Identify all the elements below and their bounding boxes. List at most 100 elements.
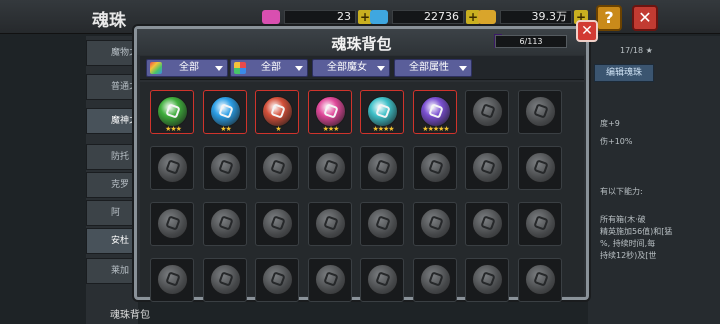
sidebar-bottom-label[interactable]: 魂珠背包 [110, 306, 150, 321]
locked-orb-icon [262, 152, 293, 183]
detail-line-5: 精英施加56值)和[猛 [600, 227, 673, 236]
orb-slot-locked[interactable] [465, 90, 509, 134]
rune-icon [532, 103, 549, 119]
orb-slot-locked[interactable] [255, 202, 299, 246]
edit-orb-button[interactable]: 编辑魂珠 [594, 64, 654, 82]
rune-icon [165, 271, 181, 287]
teal-orb-icon [367, 96, 398, 127]
locked-orb-icon [209, 264, 241, 295]
orb-slot-locked[interactable] [412, 146, 457, 190]
locked-orb-icon [419, 208, 451, 239]
sidebar-tab-4[interactable]: 防托 [86, 144, 136, 170]
orb-slot-locked[interactable] [360, 258, 404, 302]
locked-orb-icon [157, 152, 188, 183]
rune-icon [217, 215, 234, 231]
orb-slot-locked[interactable] [517, 146, 562, 190]
orb-slot-locked[interactable] [202, 202, 247, 246]
orb-slot-blue-orb[interactable]: ★★ [202, 90, 247, 134]
locked-orb-icon [314, 208, 346, 239]
rune-icon [217, 103, 234, 119]
sidebar-tab-8[interactable]: 莱加 [86, 258, 136, 284]
rune-icon [165, 159, 181, 175]
help-button[interactable]: ? [596, 5, 622, 31]
sidebar-tab-5[interactable]: 克罗 [86, 172, 136, 198]
locked-orb-icon [314, 152, 346, 183]
detail-line-1: 度+9 [600, 119, 620, 128]
orb-slot-locked[interactable] [360, 146, 404, 190]
locked-orb-icon [314, 264, 346, 295]
orb-slot-teal-orb[interactable]: ★★★★ [360, 90, 404, 134]
orb-slot-locked[interactable] [202, 146, 247, 190]
star-rating: ★★★★ [372, 125, 394, 133]
resource-gold: 39.3万 + [478, 9, 588, 25]
orb-slot-locked[interactable] [202, 258, 247, 302]
pink-gem-icon [262, 10, 280, 24]
sidebar-tab-3[interactable]: 魔神之 [86, 108, 136, 134]
sidebar-tab-2[interactable]: 普通之 [86, 74, 136, 100]
orb-slot-locked[interactable] [307, 258, 352, 302]
rune-icon [480, 159, 496, 175]
page-close-button[interactable]: ✕ [632, 5, 658, 31]
locked-orb-icon [472, 264, 503, 295]
orb-slot-locked[interactable] [150, 258, 194, 302]
orb-slot-locked[interactable] [412, 202, 457, 246]
locked-orb-icon [367, 208, 398, 239]
orb-slot-locked[interactable] [360, 202, 404, 246]
filter-color-dropdown[interactable]: 全部 [230, 59, 308, 77]
orb-slot-locked[interactable] [517, 90, 562, 134]
purple-orb-icon [419, 96, 451, 127]
filter-witch-dropdown[interactable]: 全部魔女 [312, 59, 390, 77]
filter-attribute-dropdown[interactable]: 全部属性 [394, 59, 472, 77]
rune-icon [375, 215, 391, 231]
rune-icon [322, 159, 339, 175]
sidebar-tab-7[interactable]: 安杜 [86, 228, 136, 254]
locked-orb-icon [367, 152, 398, 183]
orb-slot-locked[interactable] [465, 258, 509, 302]
orb-slot-locked[interactable] [517, 258, 562, 302]
modal-close-button[interactable]: ✕ [576, 20, 598, 42]
star-rating: ★★★ [165, 125, 182, 133]
star-rating: ★ [275, 125, 281, 133]
sidebar-tab-1[interactable]: 魔物之 [86, 40, 136, 66]
orb-slot-locked[interactable] [517, 202, 562, 246]
page-title: 魂珠 [92, 11, 126, 31]
locked-orb-icon [262, 208, 293, 239]
orb-slot-locked[interactable] [150, 202, 194, 246]
filter-color-label: 全部 [261, 62, 281, 73]
orb-slot-green-orb[interactable]: ★★★ [150, 90, 194, 134]
filter-witch-label: 全部魔女 [327, 62, 367, 73]
sidebar-tab-6[interactable]: 阿 [86, 200, 136, 226]
rune-icon [427, 271, 444, 287]
rune-icon [165, 103, 181, 119]
star-rating: ★★ [220, 125, 232, 133]
pink-orb-icon [314, 96, 346, 127]
detail-line-2: 伤+10% [600, 137, 633, 146]
orb-slot-locked[interactable] [307, 146, 352, 190]
detail-count: 17/18 ★ [620, 46, 653, 55]
blue-gem-icon [370, 10, 388, 24]
detail-line-3: 有以下能力: [600, 187, 643, 196]
capacity-counter: 6/113 [495, 35, 567, 48]
orb-slot-locked[interactable] [465, 202, 509, 246]
orb-slot-locked[interactable] [412, 258, 457, 302]
locked-orb-icon [524, 152, 556, 183]
rune-icon [322, 271, 339, 287]
rune-icon [270, 271, 286, 287]
orb-slot-locked[interactable] [465, 146, 509, 190]
orb-slot-red-orb[interactable]: ★ [255, 90, 299, 134]
rune-icon [532, 271, 549, 287]
orb-slot-locked[interactable] [150, 146, 194, 190]
filter-attribute-label: 全部属性 [409, 62, 449, 73]
rune-icon [427, 215, 444, 231]
locked-orb-icon [262, 264, 293, 295]
orb-slot-pink-orb[interactable]: ★★★ [307, 90, 352, 134]
filter-element-dropdown[interactable]: 全部 [146, 59, 228, 77]
rune-icon [375, 103, 391, 119]
orb-slot-locked[interactable] [255, 258, 299, 302]
locked-orb-icon [209, 208, 241, 239]
rune-icon [270, 215, 286, 231]
orb-slot-locked[interactable] [307, 202, 352, 246]
orb-slot-locked[interactable] [255, 146, 299, 190]
locked-orb-icon [472, 208, 503, 239]
orb-slot-purple-orb[interactable]: ★★★★★ [412, 90, 457, 134]
